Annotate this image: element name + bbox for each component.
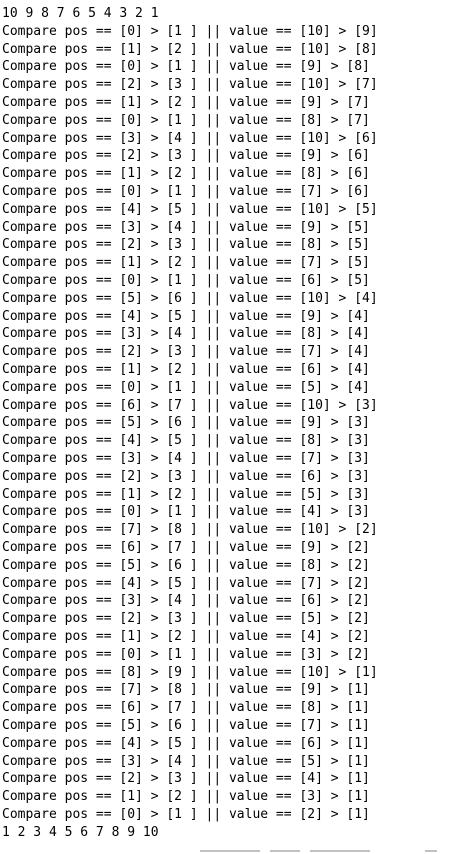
output-compare-line: Compare pos == [6] > [7 ] || value == [9… <box>2 540 370 555</box>
output-compare-line: Compare pos == [2] > [3 ] || value == [9… <box>2 148 370 164</box>
output-compare-line: Compare pos == [5] > [6 ] || value == [9… <box>2 415 370 431</box>
output-compare-line: Compare pos == [2] > [3 ] || value == [1… <box>2 77 378 93</box>
output-compare-line: Compare pos == [6] > [7 ] || value == [1… <box>2 397 378 413</box>
output-compare-line: Compare pos == [1] > [2 ] || value == [5… <box>2 486 370 502</box>
output-compare-line: Compare pos == [4] > [5 ] || value == [9… <box>2 308 370 324</box>
output-compare-line: Compare pos == [4] > [5 ] || value == [8… <box>2 433 370 449</box>
output-compare-line: Compare pos == [0] > [1 ] || value == [9… <box>2 59 370 75</box>
cut-off-next-line <box>0 849 467 854</box>
output-compare-line: Compare pos == [2] > [3 ] || value == [4… <box>2 771 370 787</box>
output-compare-line: Compare pos == [5] > [6 ] || value == [7… <box>2 718 370 733</box>
output-compare-line: Compare pos == [4] > [5 ] || value == [6… <box>2 735 370 751</box>
output-sorted-array: 1 2 3 4 5 6 7 8 9 10 <box>2 824 159 840</box>
output-compare-line: Compare pos == [8] > [9 ] || value == [1… <box>2 664 378 680</box>
output-compare-line: Compare pos == [1] > [2 ] || value == [1… <box>2 41 378 57</box>
output-unsorted-array: 10 9 8 7 6 5 4 3 2 1 <box>2 6 159 21</box>
output-compare-line: Compare pos == [3] > [4 ] || value == [9… <box>2 219 370 235</box>
output-compare-line: Compare pos == [0] > [1 ] || value == [6… <box>2 273 370 288</box>
output-compare-line: Compare pos == [3] > [4 ] || value == [7… <box>2 451 370 466</box>
output-compare-line: Compare pos == [2] > [3 ] || value == [8… <box>2 237 370 253</box>
output-compare-line: Compare pos == [0] > [1 ] || value == [8… <box>2 112 370 128</box>
output-compare-line: Compare pos == [7] > [8 ] || value == [9… <box>2 682 370 698</box>
output-compare-line: Compare pos == [5] > [6 ] || value == [8… <box>2 557 370 573</box>
output-compare-line: Compare pos == [0] > [1 ] || value == [2… <box>2 807 370 822</box>
output-compare-line: Compare pos == [6] > [7 ] || value == [8… <box>2 700 370 716</box>
output-compare-line: Compare pos == [1] > [2 ] || value == [4… <box>2 629 370 644</box>
output-compare-line: Compare pos == [0] > [1 ] || value == [3… <box>2 646 370 662</box>
output-compare-line: Compare pos == [0] > [1 ] || value == [4… <box>2 504 370 520</box>
terminal-output: 10 9 8 7 6 5 4 3 2 1 Compare pos == [0] >… <box>0 0 467 854</box>
output-compare-line: Compare pos == [5] > [6 ] || value == [1… <box>2 290 378 306</box>
output-compare-line: Compare pos == [0] > [1 ] || value == [7… <box>2 184 370 199</box>
output-compare-line: Compare pos == [0] > [1 ] || value == [1… <box>2 23 378 39</box>
output-compare-line: Compare pos == [3] > [4 ] || value == [6… <box>2 593 370 609</box>
output-compare-line: Compare pos == [1] > [2 ] || value == [9… <box>2 95 370 110</box>
output-compare-line: Compare pos == [2] > [3 ] || value == [6… <box>2 468 370 484</box>
output-compare-line: Compare pos == [1] > [2 ] || value == [8… <box>2 166 370 182</box>
output-compare-line: Compare pos == [2] > [3 ] || value == [7… <box>2 344 370 360</box>
cut-off-previous-line <box>0 0 200 1</box>
output-compare-line: Compare pos == [7] > [8 ] || value == [1… <box>2 522 378 538</box>
output-compare-line: Compare pos == [1] > [2 ] || value == [7… <box>2 255 370 271</box>
output-compare-line: Compare pos == [4] > [5 ] || value == [1… <box>2 201 378 217</box>
output-compare-line: Compare pos == [1] > [2 ] || value == [6… <box>2 362 370 377</box>
output-compare-line: Compare pos == [1] > [2 ] || value == [3… <box>2 789 370 805</box>
output-compare-line: Compare pos == [2] > [3 ] || value == [5… <box>2 611 370 627</box>
output-compare-line: Compare pos == [3] > [4 ] || value == [8… <box>2 326 370 342</box>
output-compare-line: Compare pos == [0] > [1 ] || value == [5… <box>2 379 370 395</box>
output-compare-line: Compare pos == [4] > [5 ] || value == [7… <box>2 575 370 591</box>
output-compare-line: Compare pos == [3] > [4 ] || value == [5… <box>2 753 370 769</box>
output-compare-line: Compare pos == [3] > [4 ] || value == [1… <box>2 130 378 146</box>
